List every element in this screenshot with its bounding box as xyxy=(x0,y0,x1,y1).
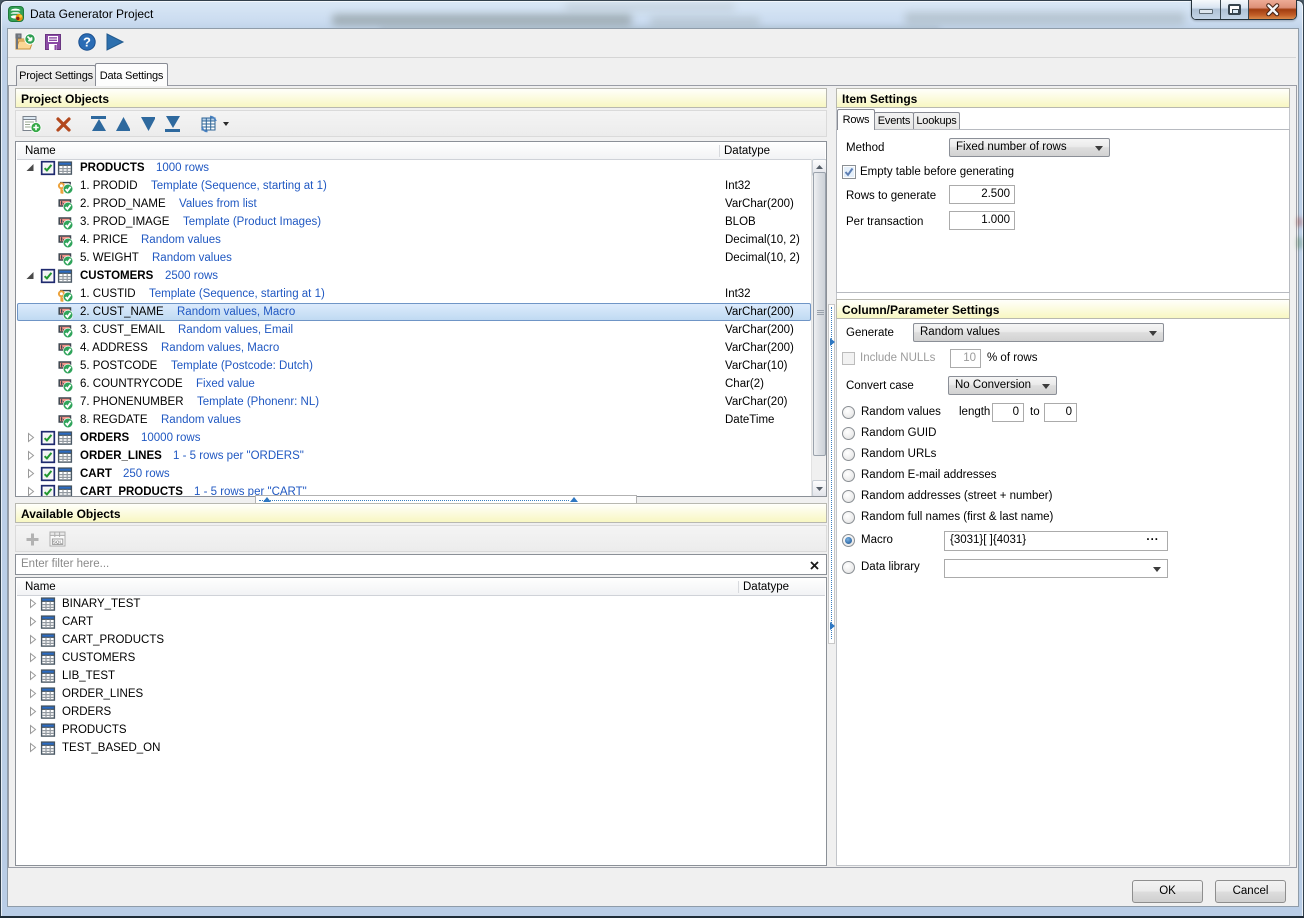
svg-text:SQL: SQL xyxy=(53,539,63,544)
svg-text:?: ? xyxy=(83,35,91,50)
